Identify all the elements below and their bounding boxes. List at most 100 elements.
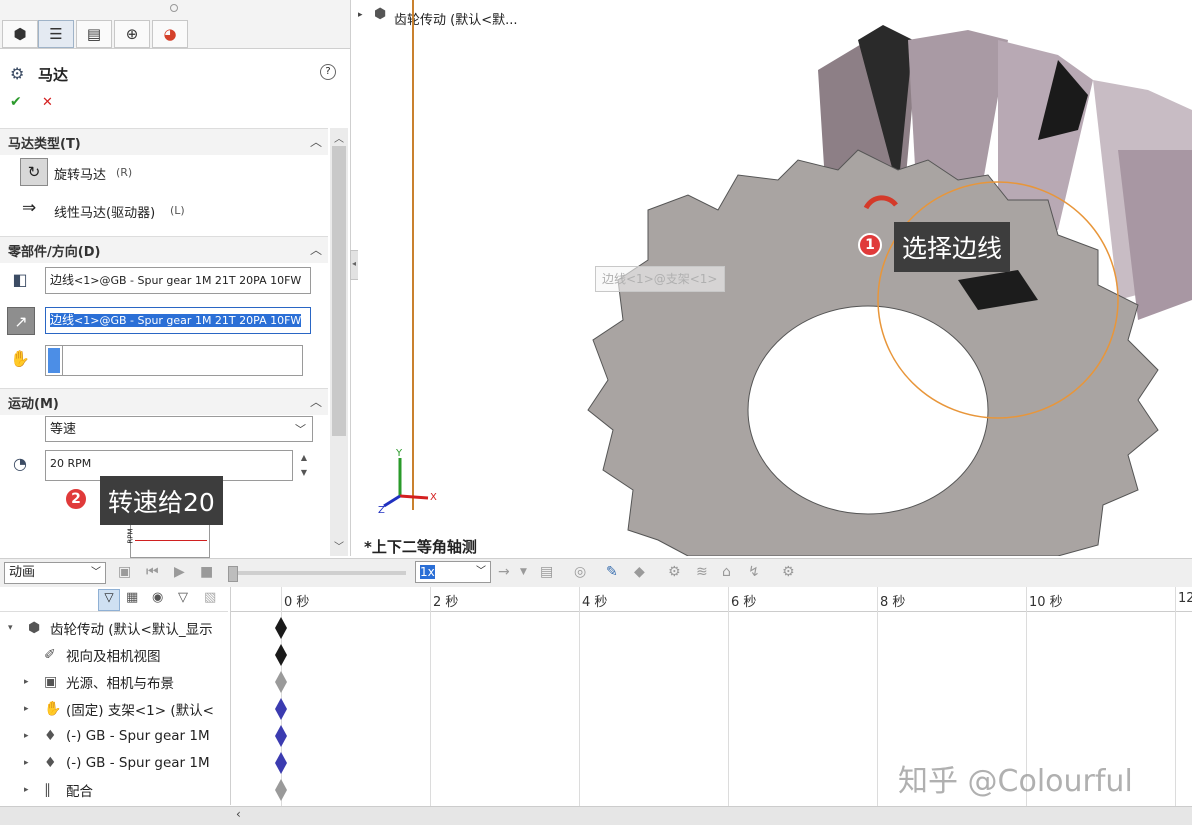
motor-direction-field[interactable]: 边线<1>@GB - Spur gear 1M 21T 20PA 10FW: [45, 307, 311, 334]
chevron-down-icon: ﹀: [91, 567, 101, 578]
keyframe-diamond[interactable]: [275, 752, 287, 774]
stop-icon[interactable]: ■: [200, 564, 213, 580]
cancel-button[interactable]: ✕: [42, 95, 53, 110]
expanded-arrow-icon[interactable]: ▾: [8, 623, 13, 633]
tree-row[interactable]: ▾ ⬢ 齿轮传动 (默认<默认_显示: [0, 615, 228, 641]
study-properties-icon[interactable]: ⚙: [782, 564, 795, 580]
crosshair-icon: ⊕: [125, 25, 139, 43]
tab-feature-manager[interactable]: ⬢: [2, 20, 38, 48]
ok-button[interactable]: ✔: [10, 94, 22, 110]
scroll-down-icon[interactable]: ﹀: [334, 538, 344, 553]
tree-row[interactable]: ▸ ▣ 光源、相机与布景: [0, 669, 228, 695]
scroll-left-icon[interactable]: ‹: [236, 807, 241, 821]
keyframe-diamond[interactable]: [275, 698, 287, 720]
keyframe-diamond[interactable]: [275, 779, 287, 801]
pm-scrollbar[interactable]: ︿ ﹀: [330, 128, 348, 556]
filter-icon[interactable]: ▽: [98, 589, 120, 611]
collapse-icon[interactable]: ︿: [310, 393, 322, 410]
keyframe-diamond[interactable]: [275, 644, 287, 666]
tab-configuration-manager[interactable]: ▤: [76, 20, 112, 48]
linear-motor-option[interactable]: ⇒ 线性马达(驱动器) (L): [20, 196, 320, 224]
tree-row[interactable]: ▸ ♦ (-) GB - Spur gear 1M: [0, 750, 228, 776]
study-type-value: 动画: [9, 565, 36, 580]
playback-speed-select[interactable]: 1x ﹀: [415, 561, 491, 583]
spin-down-icon[interactable]: ▼: [297, 465, 311, 480]
collapse-icon[interactable]: ︿: [310, 241, 322, 258]
filter-animated-icon[interactable]: ▦: [126, 590, 138, 605]
motor-type-section-header[interactable]: 马达类型(T) ︿: [0, 128, 328, 155]
tree-row[interactable]: ✐ 视向及相机视图: [0, 642, 228, 668]
graphics-viewport[interactable]: ▸ ⬢ 齿轮传动 (默认<默... 边线<1>@支架<1> 选择边线 1 Y X…: [358, 0, 1192, 556]
help-icon[interactable]: ?: [320, 64, 336, 80]
relative-component-icon: ✋: [10, 348, 30, 368]
tree-row[interactable]: ▸ ∥ 配合: [0, 777, 228, 803]
collapsed-arrow-icon[interactable]: ▸: [24, 704, 29, 714]
keyframe-diamond[interactable]: [275, 671, 287, 693]
timeline-hscrollbar[interactable]: ‹: [230, 806, 1192, 825]
damper-icon[interactable]: ⌂: [722, 564, 731, 580]
chevron-down-icon[interactable]: ▼: [520, 567, 527, 577]
mates-icon: ∥: [44, 782, 51, 798]
speed-spinner[interactable]: ▲ ▼: [297, 450, 311, 481]
add-key-icon[interactable]: ◆: [634, 564, 645, 580]
tab-dimxpert[interactable]: ⊕: [114, 20, 150, 48]
filter-results-icon[interactable]: ▧: [204, 590, 216, 605]
relative-component-field[interactable]: [45, 345, 303, 376]
configuration-icon: ▤: [86, 25, 102, 43]
callout-2-text: 转速给20: [108, 487, 215, 517]
filter-selected-icon[interactable]: ▽: [178, 590, 188, 605]
linear-motor-key: (L): [170, 204, 185, 217]
triad-x-label: X: [430, 492, 437, 503]
animation-wizard-icon[interactable]: ◎: [574, 564, 586, 580]
spin-up-icon[interactable]: ▲: [297, 450, 311, 465]
direction-icon[interactable]: ↗: [7, 307, 35, 335]
rotary-motor-option[interactable]: ↻ 旋转马达 (R): [20, 158, 320, 186]
time-gridline: [1175, 587, 1176, 807]
callout-step-1: 选择边线: [894, 222, 1011, 272]
play-from-start-icon[interactable]: ⏮: [146, 564, 159, 580]
hover-tooltip-text: 边线<1>@支架<1>: [602, 272, 718, 286]
collapsed-arrow-icon[interactable]: ▸: [24, 677, 29, 687]
motor-location-field[interactable]: 边线<1>@GB - Spur gear 1M 21T 20PA 10FW: [45, 267, 311, 294]
time-tick-label: 12: [1178, 591, 1192, 606]
tree-hscrollbar[interactable]: [0, 806, 230, 825]
collapsed-arrow-icon[interactable]: ▸: [24, 758, 29, 768]
slider-thumb[interactable]: [228, 566, 238, 582]
gear-model[interactable]: [358, 0, 1192, 556]
collapsed-arrow-icon[interactable]: ▸: [24, 785, 29, 795]
collapsed-arrow-icon[interactable]: ▸: [24, 731, 29, 741]
save-animation-icon[interactable]: ▤: [540, 564, 553, 580]
collapse-icon[interactable]: ︿: [310, 133, 322, 150]
gear-part-icon: ♦: [44, 728, 57, 744]
motor-tool-icon[interactable]: ⚙: [668, 564, 681, 580]
tree-row[interactable]: ▸ ♦ (-) GB - Spur gear 1M: [0, 723, 228, 749]
pm-title-row: ⚙ 马达 ? ✔ ✕: [0, 52, 350, 124]
playback-mode-icon[interactable]: →: [498, 564, 510, 580]
scroll-up-icon[interactable]: ︿: [334, 130, 344, 145]
force-icon[interactable]: ↯: [748, 564, 760, 580]
study-type-select[interactable]: 动画 ﹀: [4, 562, 106, 584]
tree-row[interactable]: ▸ ✋ (固定) 支架<1> (默认<: [0, 696, 228, 722]
play-icon[interactable]: ▶: [174, 564, 185, 580]
motion-feature-tree: ▽ ▦ ◉ ▽ ▧ ▾ ⬢ 齿轮传动 (默认<默认_显示 ✐ 视向及相机视图 ▸ ▣ 光源、相…: [0, 587, 231, 805]
playback-slider[interactable]: [228, 566, 406, 582]
keyframe-diamond[interactable]: [275, 725, 287, 747]
time-tick-label: 4 秒: [582, 595, 608, 610]
autokey-icon[interactable]: ✎: [606, 564, 618, 580]
tab-property-manager[interactable]: ☰: [38, 20, 74, 48]
calculate-icon[interactable]: ▣: [118, 564, 131, 580]
graph-axis-label: RPM: [126, 528, 135, 544]
motion-title: 运动(M): [8, 396, 59, 412]
rotary-motor-icon: ↻: [20, 158, 48, 186]
keyframe-diamond[interactable]: [275, 617, 287, 639]
motion-type-select[interactable]: 等速 ﹀: [45, 416, 313, 442]
filter-driving-icon[interactable]: ◉: [152, 590, 163, 605]
component-direction-section-header[interactable]: 零部件/方向(D) ︿: [0, 236, 328, 263]
tab-display-manager[interactable]: ◕: [152, 20, 188, 48]
scroll-thumb[interactable]: [332, 146, 346, 436]
motion-section-header[interactable]: 运动(M) ︿: [0, 388, 328, 415]
tree-row-label: 光源、相机与布景: [66, 676, 174, 692]
spring-icon[interactable]: ≋: [696, 564, 708, 580]
splitter-handle[interactable]: [170, 4, 178, 12]
linear-motor-label: 线性马达(驱动器): [54, 206, 156, 221]
